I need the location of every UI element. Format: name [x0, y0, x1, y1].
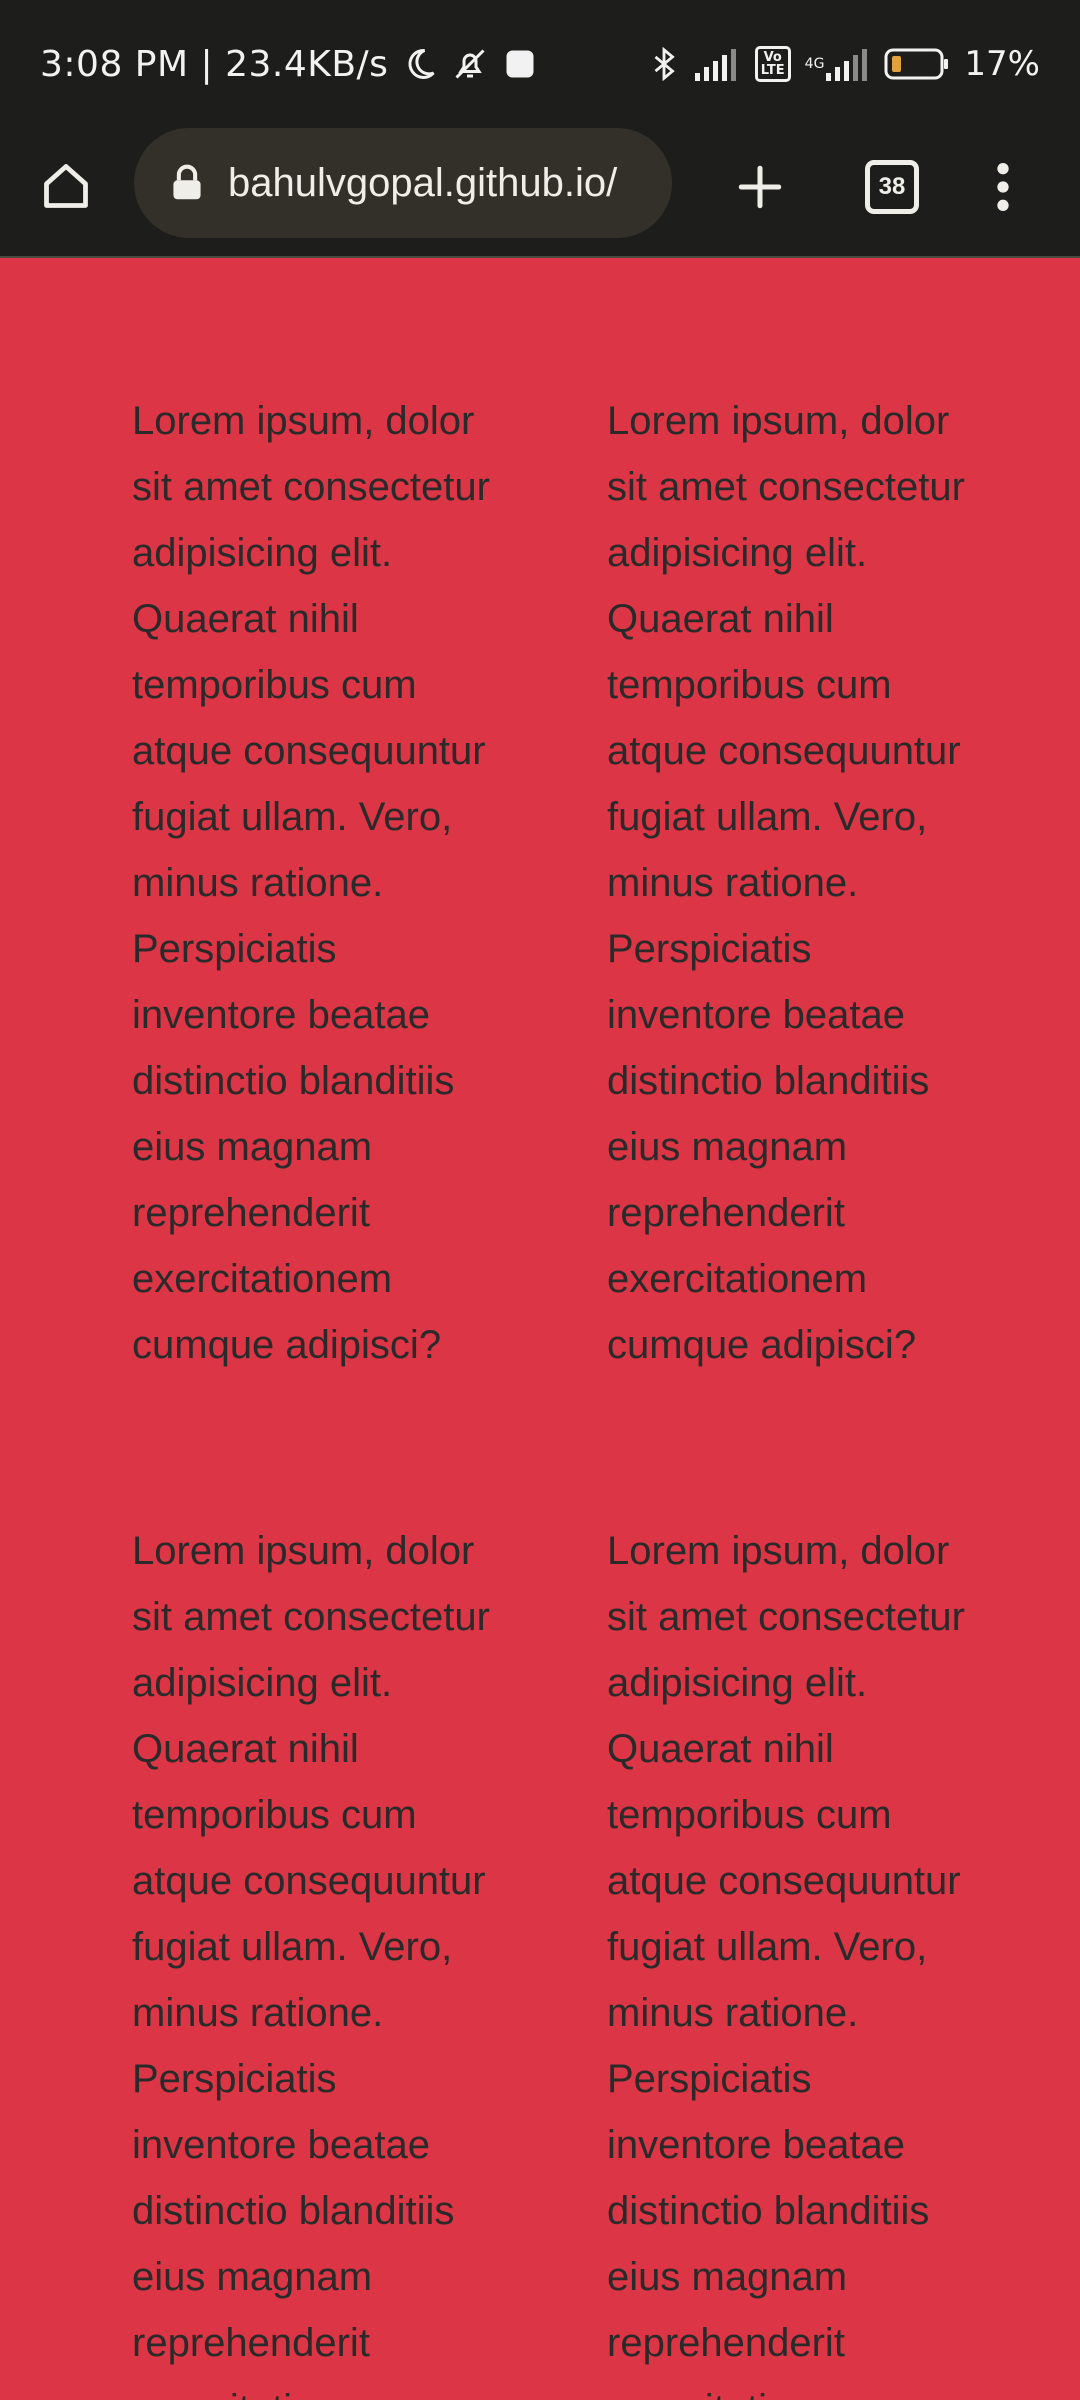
paragraph: Lorem ipsum, dolor sit amet consectetur … — [132, 399, 490, 1367]
app-notification-icon — [502, 46, 538, 82]
signal-4g-icon: 4G — [805, 47, 871, 81]
volte-icon: Vo LTE — [754, 46, 791, 82]
paragraph: Lorem ipsum, dolor sit amet consectetur … — [132, 1529, 490, 2400]
bluetooth-icon — [647, 45, 681, 83]
menu-button[interactable] — [968, 152, 1038, 222]
tab-count: 38 — [878, 173, 906, 200]
plus-icon — [738, 165, 782, 209]
browser-toolbar: bahulvgopal.github.io/ 38 — [0, 128, 1080, 258]
tabs-button[interactable]: 38 — [857, 152, 927, 222]
battery-icon — [884, 48, 950, 80]
bell-off-icon — [452, 46, 488, 82]
home-icon — [44, 164, 88, 208]
page-content: Lorem ipsum, dolor sit amet consectetur … — [0, 258, 1080, 2400]
home-button[interactable] — [36, 156, 96, 216]
moon-icon — [402, 46, 438, 82]
network-type-label: 4G — [804, 56, 825, 72]
status-bar: 3:08 PM | 23.4KB/s Vo LTE 4G 17% — [0, 0, 1080, 128]
status-time-speed: 3:08 PM | 23.4KB/s — [40, 43, 389, 85]
new-tab-button[interactable] — [725, 152, 795, 222]
address-bar[interactable]: bahulvgopal.github.io/ — [134, 128, 672, 238]
volte-label: Vo LTE — [760, 50, 785, 78]
status-right: Vo LTE 4G 17% — [647, 40, 1040, 88]
battery-percent: 17% — [964, 44, 1040, 84]
signal-icon — [694, 47, 741, 81]
tabs-icon: 38 — [865, 160, 919, 214]
paragraph: Lorem ipsum, dolor sit amet consectetur … — [607, 1529, 965, 2400]
status-left: 3:08 PM | 23.4KB/s — [40, 40, 538, 88]
lock-icon[interactable] — [170, 164, 204, 202]
paragraph: Lorem ipsum, dolor sit amet consectetur … — [607, 399, 965, 1367]
more-vert-icon — [997, 163, 1009, 211]
paragraph-grid: Lorem ipsum, dolor sit amet consectetur … — [132, 388, 992, 2400]
url-text[interactable]: bahulvgopal.github.io/ — [228, 161, 617, 206]
